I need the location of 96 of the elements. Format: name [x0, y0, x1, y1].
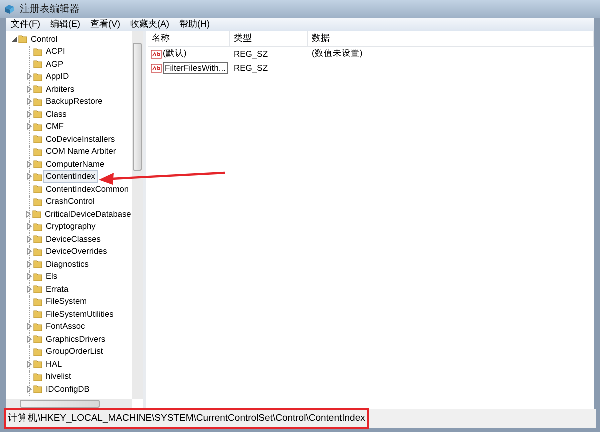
tree-item[interactable]: AGP: [43, 58, 67, 71]
expand-icon[interactable]: [26, 386, 32, 393]
expand-icon[interactable]: [26, 73, 32, 80]
tree-item[interactable]: BackupRestore: [43, 95, 106, 108]
folder-icon: [33, 159, 43, 170]
menu-item[interactable]: 帮助(H): [174, 18, 215, 31]
folder-icon: [33, 46, 43, 57]
window-title: 注册表编辑器: [20, 2, 80, 16]
folder-icon: [33, 59, 43, 70]
tree-item[interactable]: Cryptography: [43, 220, 99, 234]
column-header[interactable]: 名称: [148, 31, 230, 46]
folder-icon: [33, 334, 43, 344]
folder-icon: [33, 234, 43, 244]
tree-item[interactable]: Els: [43, 270, 61, 284]
folder-icon: [33, 372, 43, 382]
folder-icon: [33, 109, 43, 120]
tree-item[interactable]: FileSystem: [43, 295, 90, 308]
menu-item[interactable]: 收藏夹(A): [126, 18, 174, 31]
folder-icon: [32, 209, 42, 220]
tree-item[interactable]: Errata: [43, 282, 72, 296]
tree-item[interactable]: GraphicsDrivers: [43, 332, 108, 346]
tree-item[interactable]: ContentIndex: [43, 170, 98, 184]
tree-item[interactable]: CriticalDeviceDatabase: [42, 208, 132, 221]
expand-icon[interactable]: [26, 236, 32, 243]
tree-item[interactable]: ContentIndexCommon: [42, 182, 132, 196]
expand-icon[interactable]: [26, 248, 32, 256]
tree-item[interactable]: FileSystemUtilities: [43, 308, 117, 321]
expand-icon[interactable]: [25, 210, 32, 218]
status-path: 计算机\HKEY_LOCAL_MACHINE\SYSTEM\CurrentControlSet\Control\ContentIndex: [4, 408, 370, 429]
folder-icon: [33, 196, 43, 207]
tree-item[interactable]: CMF: [43, 120, 67, 134]
folder-icon: [33, 96, 43, 107]
expand-icon[interactable]: [26, 110, 32, 118]
value-type: REG_SZ: [233, 49, 270, 59]
tree-item[interactable]: ComputerName: [43, 158, 108, 171]
folder-icon: [33, 134, 43, 144]
folder-icon: [18, 34, 28, 44]
folder-icon: [33, 296, 43, 307]
expand-icon[interactable]: [26, 260, 32, 268]
tree-item[interactable]: AppID: [43, 70, 72, 84]
rename-field[interactable]: FilterFilesWith...: [163, 62, 228, 74]
expand-icon[interactable]: [26, 360, 32, 368]
folder-icon: [33, 384, 43, 394]
menu-item[interactable]: 编辑(E): [46, 18, 86, 31]
folder-icon: [32, 184, 43, 194]
tree-item[interactable]: Control: [28, 32, 61, 46]
menu-item[interactable]: 文件(F): [6, 18, 46, 31]
tree-item[interactable]: DeviceClasses: [43, 232, 104, 246]
folder-icon: [33, 246, 43, 257]
value-name: (默认): [163, 48, 187, 60]
horizontal-scrollbar[interactable]: [6, 399, 132, 409]
expand-icon[interactable]: [26, 86, 32, 93]
string-value-icon: [151, 64, 162, 72]
folder-icon: [33, 309, 43, 320]
folder-icon: [33, 259, 43, 270]
folder-icon: [33, 84, 43, 94]
folder-icon: [33, 146, 43, 157]
collapse-icon[interactable]: [10, 36, 18, 43]
expand-icon[interactable]: [26, 336, 32, 343]
folder-icon: [33, 284, 43, 294]
expand-icon[interactable]: [26, 123, 32, 130]
menu-item[interactable]: 查看(V): [86, 18, 126, 31]
expand-icon[interactable]: [26, 286, 32, 293]
tree-item[interactable]: Diagnostics: [43, 258, 92, 271]
tree-item[interactable]: GroupOrderList: [43, 345, 106, 358]
folder-icon: [33, 272, 43, 282]
tree-item[interactable]: FontAssoc: [43, 320, 88, 334]
tree-item[interactable]: ACPI: [43, 45, 68, 58]
expand-icon[interactable]: [26, 98, 32, 106]
vertical-scrollbar[interactable]: [132, 31, 143, 399]
column-header[interactable]: 类型: [230, 31, 308, 46]
tree-item[interactable]: hivelist: [43, 370, 74, 384]
tree-item[interactable]: DeviceOverrides: [43, 245, 110, 258]
tree-item[interactable]: CoDeviceInstallers: [43, 132, 118, 146]
folder-icon: [33, 72, 43, 82]
tree-item[interactable]: Class: [43, 108, 70, 121]
tree-item[interactable]: Arbiters: [43, 82, 78, 96]
tree-item[interactable]: IDConfigDB: [43, 382, 93, 396]
expand-icon[interactable]: [26, 273, 32, 280]
value-data: (数值未设置): [311, 48, 364, 60]
expand-icon[interactable]: [26, 223, 32, 230]
column-header[interactable]: 数据: [308, 31, 594, 46]
folder-icon: [33, 222, 43, 232]
folder-icon: [33, 322, 43, 332]
string-value-icon: [151, 50, 162, 58]
tree-item[interactable]: CrashControl: [43, 195, 98, 208]
expand-icon[interactable]: [26, 173, 32, 180]
folder-icon: [33, 359, 43, 370]
folder-icon: [33, 122, 43, 132]
expand-icon[interactable]: [26, 160, 32, 168]
tree-item[interactable]: HAL: [43, 358, 66, 371]
tree-item[interactable]: COM Name Arbiter: [43, 145, 120, 158]
registry-app-icon: [4, 3, 16, 15]
folder-icon: [33, 346, 43, 357]
value-type: REG_SZ: [233, 63, 270, 73]
expand-icon[interactable]: [26, 323, 32, 330]
